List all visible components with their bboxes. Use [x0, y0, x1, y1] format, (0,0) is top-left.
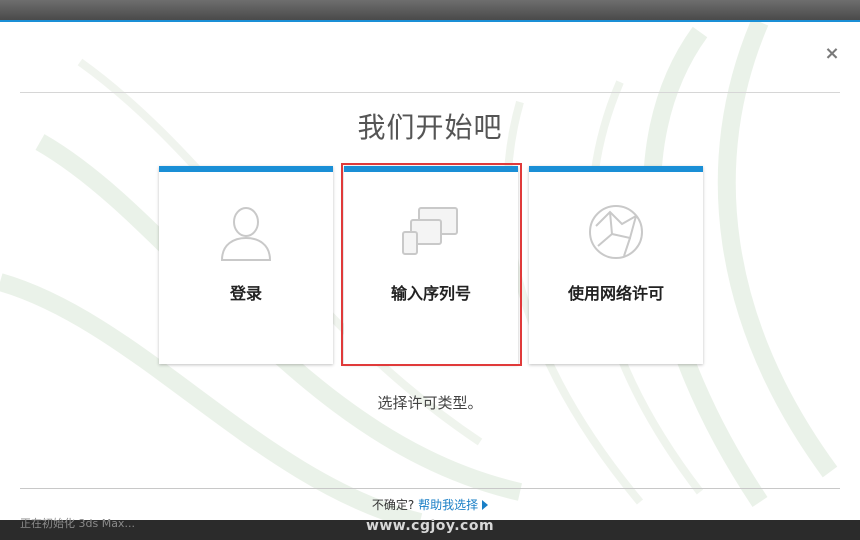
page-title: 我们开始吧: [357, 111, 503, 144]
status-bar: 正在初始化 3ds Max... www.cgjoy.com: [0, 518, 860, 540]
license-type-prompt: 选择许可类型。: [377, 394, 483, 412]
sign-in-card[interactable]: 登录: [159, 166, 333, 364]
play-arrow-icon[interactable]: [482, 500, 489, 510]
header-divider: [20, 92, 840, 93]
network-license-label: 使用网络许可: [567, 284, 664, 303]
help-me-choose-link[interactable]: 帮助我选择: [418, 498, 478, 512]
site-watermark: www.cgjoy.com: [365, 518, 495, 534]
close-icon[interactable]: ×: [824, 45, 840, 63]
network-license-card[interactable]: 使用网络许可: [529, 166, 703, 364]
help-question: 不确定?: [371, 498, 415, 512]
network-globe-icon: [589, 205, 643, 259]
footer-divider: [20, 488, 840, 489]
window-title-strip: [0, 0, 860, 20]
devices-icon: [402, 207, 458, 255]
enter-serial-card[interactable]: 输入序列号: [344, 166, 518, 364]
enter-serial-label: 输入序列号: [390, 284, 471, 303]
sign-in-label: 登录: [229, 284, 262, 303]
license-dialog: × 我们开始吧 登录 输入序列号 使用网络许可 选择许可类型。 不确定? 帮助我…: [0, 20, 860, 520]
help-row: 不确定? 帮助我选择: [0, 496, 860, 513]
user-silhouette-icon: [220, 207, 272, 261]
